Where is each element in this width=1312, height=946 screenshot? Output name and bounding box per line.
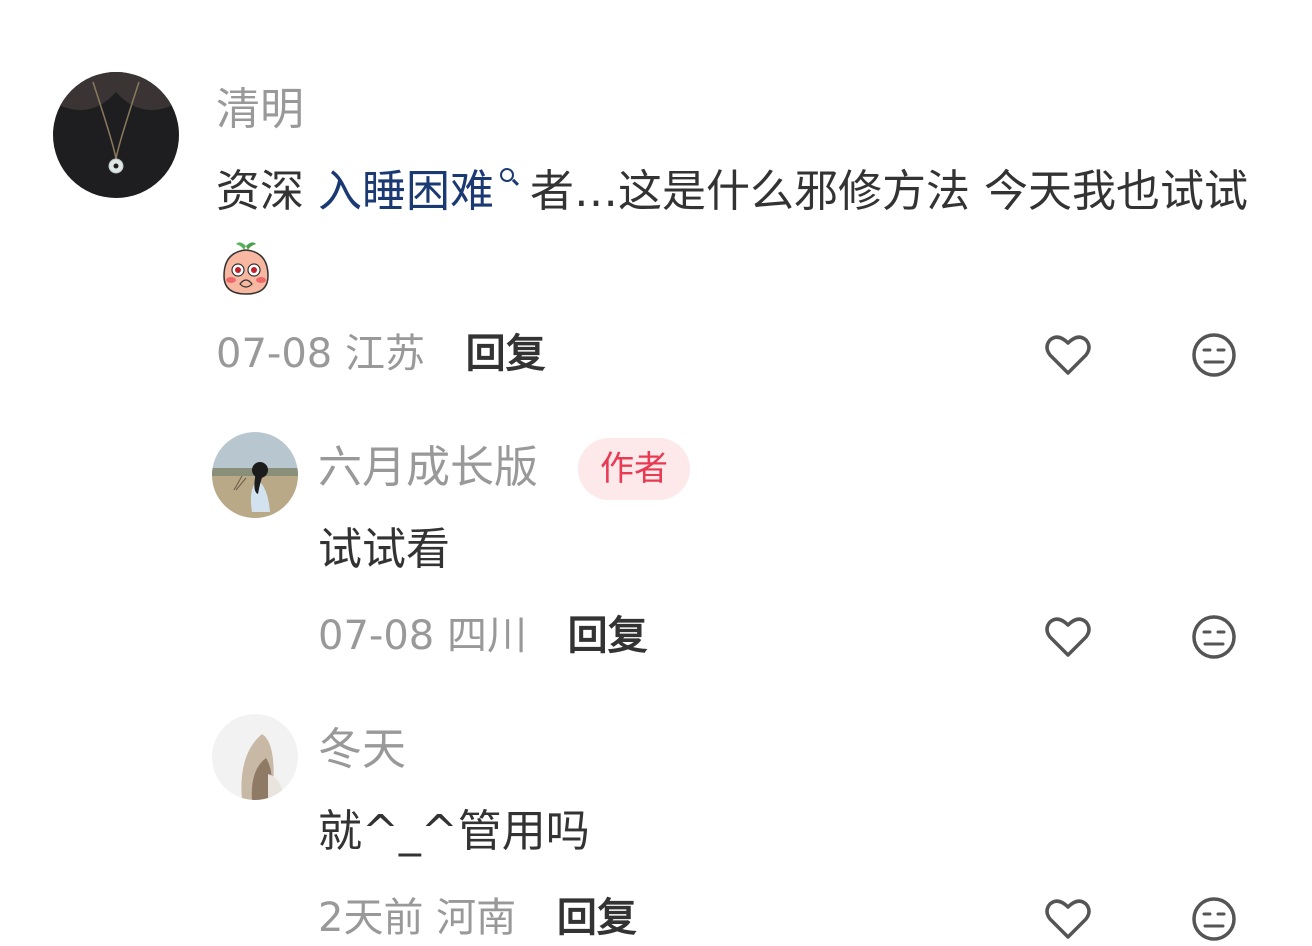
neutral-face-icon[interactable] (1188, 893, 1240, 945)
avatar[interactable] (53, 72, 179, 198)
comment-meta: 2天前 河南 回复 (318, 890, 637, 946)
avatar[interactable] (212, 432, 298, 518)
neutral-face-icon[interactable] (1188, 611, 1240, 663)
reply-button[interactable]: 回复 (466, 331, 546, 377)
author-badge: 作者 (578, 438, 690, 500)
comment-location: 河南 (436, 895, 517, 941)
comment-time: 07-08 (216, 331, 333, 377)
reply-button[interactable]: 回复 (568, 613, 648, 659)
comment-meta: 07-08 江苏 回复 (216, 326, 546, 382)
search-icon[interactable] (500, 168, 514, 182)
avatar[interactable] (212, 714, 298, 800)
comment-text-prefix: 资深 (216, 166, 318, 217)
comment-meta: 07-08 四川 回复 (318, 608, 648, 664)
comment-time: 07-08 (318, 613, 435, 659)
comment-time: 2天前 (318, 895, 424, 941)
comment-location: 四川 (446, 613, 527, 659)
reply-item: 六月成长版 作者 试试看 07-08 四川 回复 (0, 400, 1312, 680)
reply-item: 冬天 就^_^管用吗 2天前 河南 回复 (0, 680, 1312, 945)
heart-outline-icon[interactable] (1042, 611, 1094, 663)
comment-text: 就^_^管用吗 (318, 806, 590, 857)
comment-text-suffix: 者…这是什么邪修方法 今天我也试试 (530, 166, 1248, 217)
heart-outline-icon[interactable] (1042, 893, 1094, 945)
comment-text: 资深 入睡困难 者…这是什么邪修方法 今天我也试试 (216, 152, 1276, 312)
reply-button[interactable]: 回复 (557, 895, 637, 941)
comment-text: 试试看 (318, 524, 450, 575)
comment-item: 清明 资深 入睡困难 者…这是什么邪修方法 今天我也试试 07-08 江苏 回复 (0, 0, 1312, 400)
topic-link[interactable]: 入睡困难 (318, 166, 494, 217)
heart-outline-icon[interactable] (1042, 329, 1094, 381)
commenter-name[interactable]: 清明 (216, 80, 304, 140)
commenter-name[interactable]: 六月成长版 (318, 438, 538, 498)
comment-location: 江苏 (344, 331, 425, 377)
neutral-face-icon[interactable] (1188, 329, 1240, 381)
shy-peach-emoji (223, 242, 269, 295)
commenter-name[interactable]: 冬天 (318, 720, 406, 780)
